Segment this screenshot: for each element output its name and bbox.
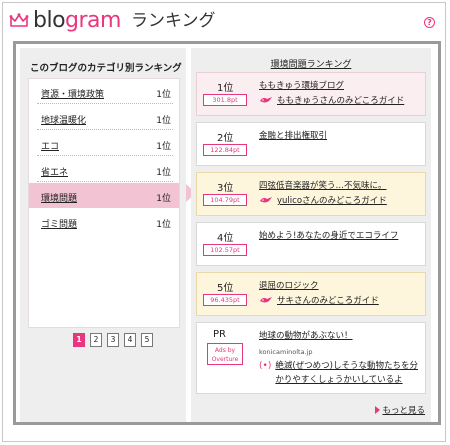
divider xyxy=(37,129,173,130)
entry-blog-link[interactable]: 退屈のロジック xyxy=(259,279,319,291)
signal-icon: (•) xyxy=(259,361,272,371)
entry-rank: 1位 xyxy=(217,83,234,94)
ads-by-overture-badge[interactable]: Ads by Overture xyxy=(207,343,243,365)
ranking-entry: 1位 301.8pt ももきゅう環境ブログ ももきゅうさんのみどころガイド xyxy=(196,72,426,116)
category-item[interactable]: 地球温暖化 1位 xyxy=(29,105,179,130)
category-list: 資源・環境政策 1位 地球温暖化 1位 エコ 1位 省エネ 1位 環境問題 1位… xyxy=(28,78,180,347)
guide-label: yulicoさんのみどころガイド xyxy=(277,196,387,206)
category-panel-title: このブログのカテゴリ別ランキング xyxy=(30,63,182,74)
entry-guide-link[interactable]: yulicoさんのみどころガイド xyxy=(259,194,387,206)
ranking-panel-title[interactable]: 環境問題ランキング xyxy=(191,57,431,70)
category-rank: 1位 xyxy=(156,116,171,126)
header: blogram ランキング ? xyxy=(3,3,445,39)
ranking-inner: このブログのカテゴリ別ランキング 資源・環境政策 1位 地球温暖化 1位 エコ xyxy=(16,44,438,422)
entry-rank: 2位 xyxy=(217,133,234,144)
category-rank: 1位 xyxy=(156,90,171,100)
triangle-right-icon xyxy=(375,406,381,414)
category-label[interactable]: 環境問題 xyxy=(41,191,77,204)
bird-icon xyxy=(259,95,273,105)
entry-score: 104.79pt xyxy=(203,194,247,206)
entry-rank: 3位 xyxy=(217,183,234,194)
category-rank: 1位 xyxy=(156,142,171,152)
blogram-logo[interactable]: blogram ランキング xyxy=(9,9,215,33)
category-label[interactable]: 地球温暖化 xyxy=(41,113,86,126)
entry-guide-link[interactable]: ももきゅうさんのみどころガイド xyxy=(259,94,404,106)
ranking-widget: blogram ランキング ? このブログのカテゴリ別ランキング 資源・環境政策… xyxy=(2,2,446,442)
ranking-entry: 2位 122.84pt 金融と排出権取引 xyxy=(196,122,426,166)
page-button-3[interactable]: 3 xyxy=(107,333,119,347)
category-item-active[interactable]: 環境問題 1位 xyxy=(29,183,179,208)
category-label[interactable]: 省エネ xyxy=(41,165,68,178)
category-item[interactable]: ゴミ問題 1位 xyxy=(29,209,179,234)
header-subtitle: ランキング xyxy=(130,11,216,31)
crown-icon xyxy=(9,13,29,29)
ranking-entry: 5位 96.435pt 退屈のロジック サキさんのみどころガイド xyxy=(196,272,426,316)
more-link[interactable]: もっと見る xyxy=(375,404,425,416)
entry-rank: 4位 xyxy=(217,233,234,244)
bird-icon xyxy=(259,195,273,205)
divider xyxy=(37,155,173,156)
category-item[interactable]: 資源・環境政策 1位 xyxy=(29,79,179,104)
ranking-entry: 4位 102.57pt 始めよう!あなたの身近でエコライフ xyxy=(196,222,426,266)
logo-text: blogram xyxy=(33,8,121,33)
ranking-container: このブログのカテゴリ別ランキング 資源・環境政策 1位 地球温暖化 1位 エコ xyxy=(13,41,441,425)
entry-blog-link[interactable]: 始めよう!あなたの身近でエコライフ xyxy=(259,229,398,241)
ad-title-link[interactable]: 地球の動物があぶない！ xyxy=(259,329,353,341)
category-label[interactable]: ゴミ問題 xyxy=(41,217,77,230)
category-rank: 1位 xyxy=(156,168,171,178)
category-item[interactable]: 省エネ 1位 xyxy=(29,157,179,182)
guide-label: ももきゅうさんのみどころガイド xyxy=(277,96,405,106)
page-button-4[interactable]: 4 xyxy=(124,333,136,347)
entry-score: 96.435pt xyxy=(203,294,247,306)
ranking-panel: 環境問題ランキング 1位 301.8pt ももきゅう環境ブログ ももきゅうさんの… xyxy=(191,48,431,422)
page-button-5[interactable]: 5 xyxy=(141,333,153,347)
category-rank: 1位 xyxy=(156,194,171,204)
entry-guide-link[interactable]: サキさんのみどころガイド xyxy=(259,294,379,306)
guide-label: サキさんのみどころガイド xyxy=(277,296,379,306)
entry-score: 301.8pt xyxy=(203,94,247,106)
category-item[interactable]: エコ 1位 xyxy=(29,131,179,156)
ad-description-link[interactable]: (•) 絶滅(ぜつめつ)しそうな動物たちを分かりやすくしょうかいしているよ xyxy=(259,359,421,387)
entry-blog-link[interactable]: 四弦低音楽器が笑う…不気味に。 xyxy=(259,179,387,191)
entry-rank: 5位 xyxy=(217,283,234,294)
category-label[interactable]: エコ xyxy=(41,139,59,152)
bird-icon xyxy=(259,295,273,305)
pr-label: PR xyxy=(213,329,226,340)
ranking-entry: 3位 104.79pt 四弦低音楽器が笑う…不気味に。 yulicoさんのみどこ… xyxy=(196,172,426,216)
ad-url: konicaminolta.jp xyxy=(259,348,313,356)
divider xyxy=(37,181,173,182)
category-rank: 1位 xyxy=(156,220,171,230)
category-panel: このブログのカテゴリ別ランキング 資源・環境政策 1位 地球温暖化 1位 エコ xyxy=(20,48,186,422)
entry-score: 102.57pt xyxy=(203,244,247,256)
entry-score: 122.84pt xyxy=(203,144,247,156)
entry-blog-link[interactable]: 金融と排出権取引 xyxy=(259,129,327,141)
category-label[interactable]: 資源・環境政策 xyxy=(41,87,104,100)
entry-blog-link[interactable]: ももきゅう環境ブログ xyxy=(259,79,344,91)
page-button-1[interactable]: 1 xyxy=(73,333,85,347)
pr-entry: PR Ads by Overture 地球の動物があぶない！ konicamino… xyxy=(196,322,426,394)
page-button-2[interactable]: 2 xyxy=(90,333,102,347)
divider xyxy=(37,103,173,104)
pagination: 1 2 3 4 5 xyxy=(73,333,153,347)
help-icon[interactable]: ? xyxy=(424,17,435,28)
